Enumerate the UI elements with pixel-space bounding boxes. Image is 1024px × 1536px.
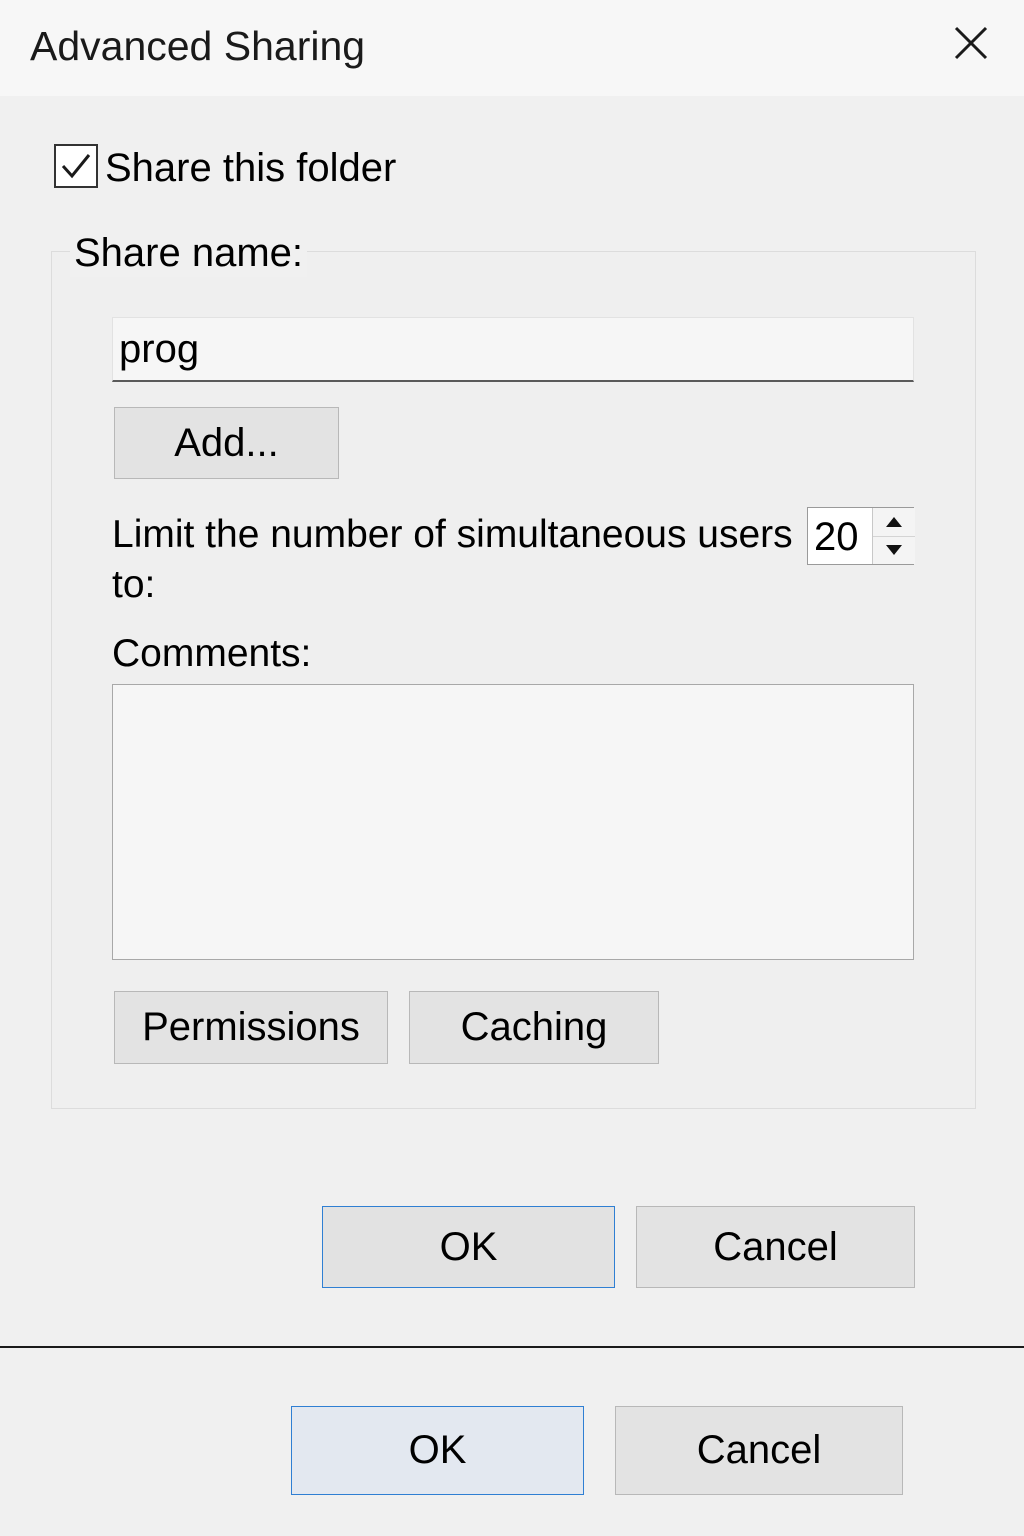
comments-textarea[interactable] — [112, 684, 914, 960]
share-name-input[interactable] — [112, 317, 914, 382]
caching-button[interactable]: Caching — [409, 991, 659, 1064]
user-limit-label: Limit the number of simultaneous users t… — [112, 513, 793, 606]
user-limit-value[interactable]: 20 — [814, 512, 859, 562]
spinner-arrows — [872, 508, 915, 564]
parent-ok-button[interactable]: OK — [291, 1406, 584, 1495]
add-button[interactable]: Add... — [114, 407, 339, 479]
share-name-label: Share name: — [70, 229, 308, 277]
user-limit-spinner[interactable]: 20 — [807, 507, 915, 565]
share-folder-label[interactable]: Share this folder — [105, 145, 396, 191]
arrow-down-icon — [886, 545, 902, 555]
permissions-button[interactable]: Permissions — [114, 991, 388, 1064]
close-icon — [954, 26, 988, 60]
ok-button[interactable]: OK — [322, 1206, 615, 1288]
arrow-up-icon — [886, 517, 902, 527]
comments-label: Comments: — [112, 632, 312, 675]
close-button[interactable] — [940, 14, 1004, 74]
spin-up-button[interactable] — [873, 508, 915, 537]
checkmark-icon — [61, 154, 91, 179]
cancel-button[interactable]: Cancel — [636, 1206, 915, 1288]
share-folder-checkbox[interactable] — [54, 144, 98, 188]
parent-cancel-button[interactable]: Cancel — [615, 1406, 903, 1495]
window-title: Advanced Sharing — [30, 23, 366, 69]
spin-down-button[interactable] — [873, 536, 915, 564]
